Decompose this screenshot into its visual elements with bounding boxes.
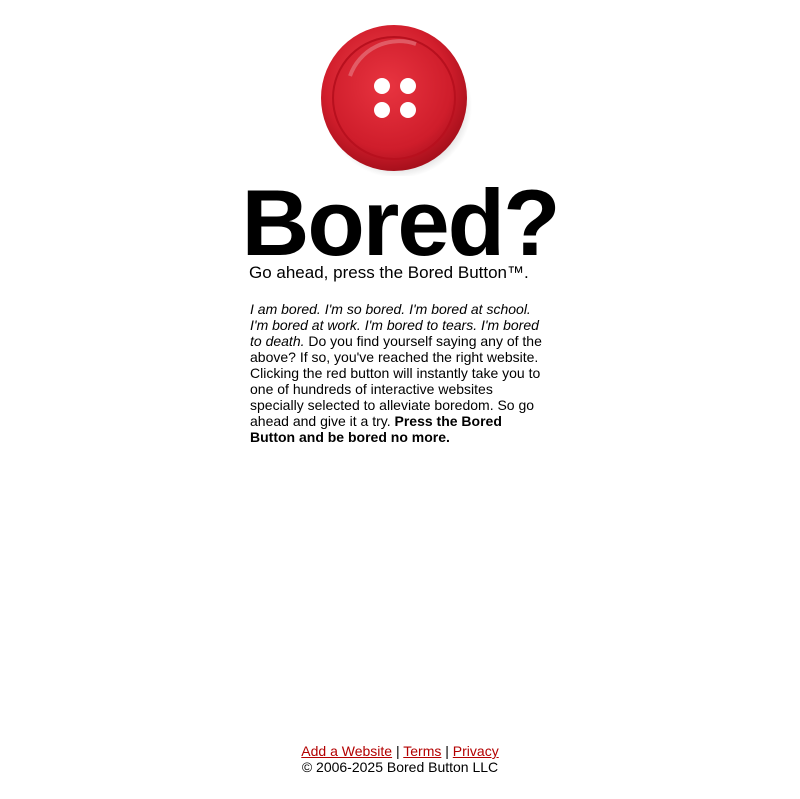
page-title: Bored?: [241, 170, 561, 275]
footer-links: Add a Website | Terms | Privacy: [0, 743, 800, 759]
tagline: Go ahead, press the Bored Button™.: [249, 263, 529, 282]
page: Bored? Go ahead, press the Bored Button™…: [0, 0, 800, 799]
privacy-link[interactable]: Privacy: [453, 743, 499, 759]
terms-link[interactable]: Terms: [403, 743, 441, 759]
footer-separator: |: [395, 743, 400, 759]
footer-separator: |: [445, 743, 449, 759]
add-website-link[interactable]: Add a Website: [301, 743, 392, 759]
description: I am bored. I'm so bored. I'm bored at s…: [250, 301, 546, 445]
red-sewing-button-icon: [321, 25, 472, 176]
copyright: © 2006-2025 Bored Button LLC: [301, 759, 499, 775]
footer: Add a Website | Terms | Privacy © 2006-2…: [0, 743, 800, 775]
bored-button[interactable]: [320, 24, 472, 176]
